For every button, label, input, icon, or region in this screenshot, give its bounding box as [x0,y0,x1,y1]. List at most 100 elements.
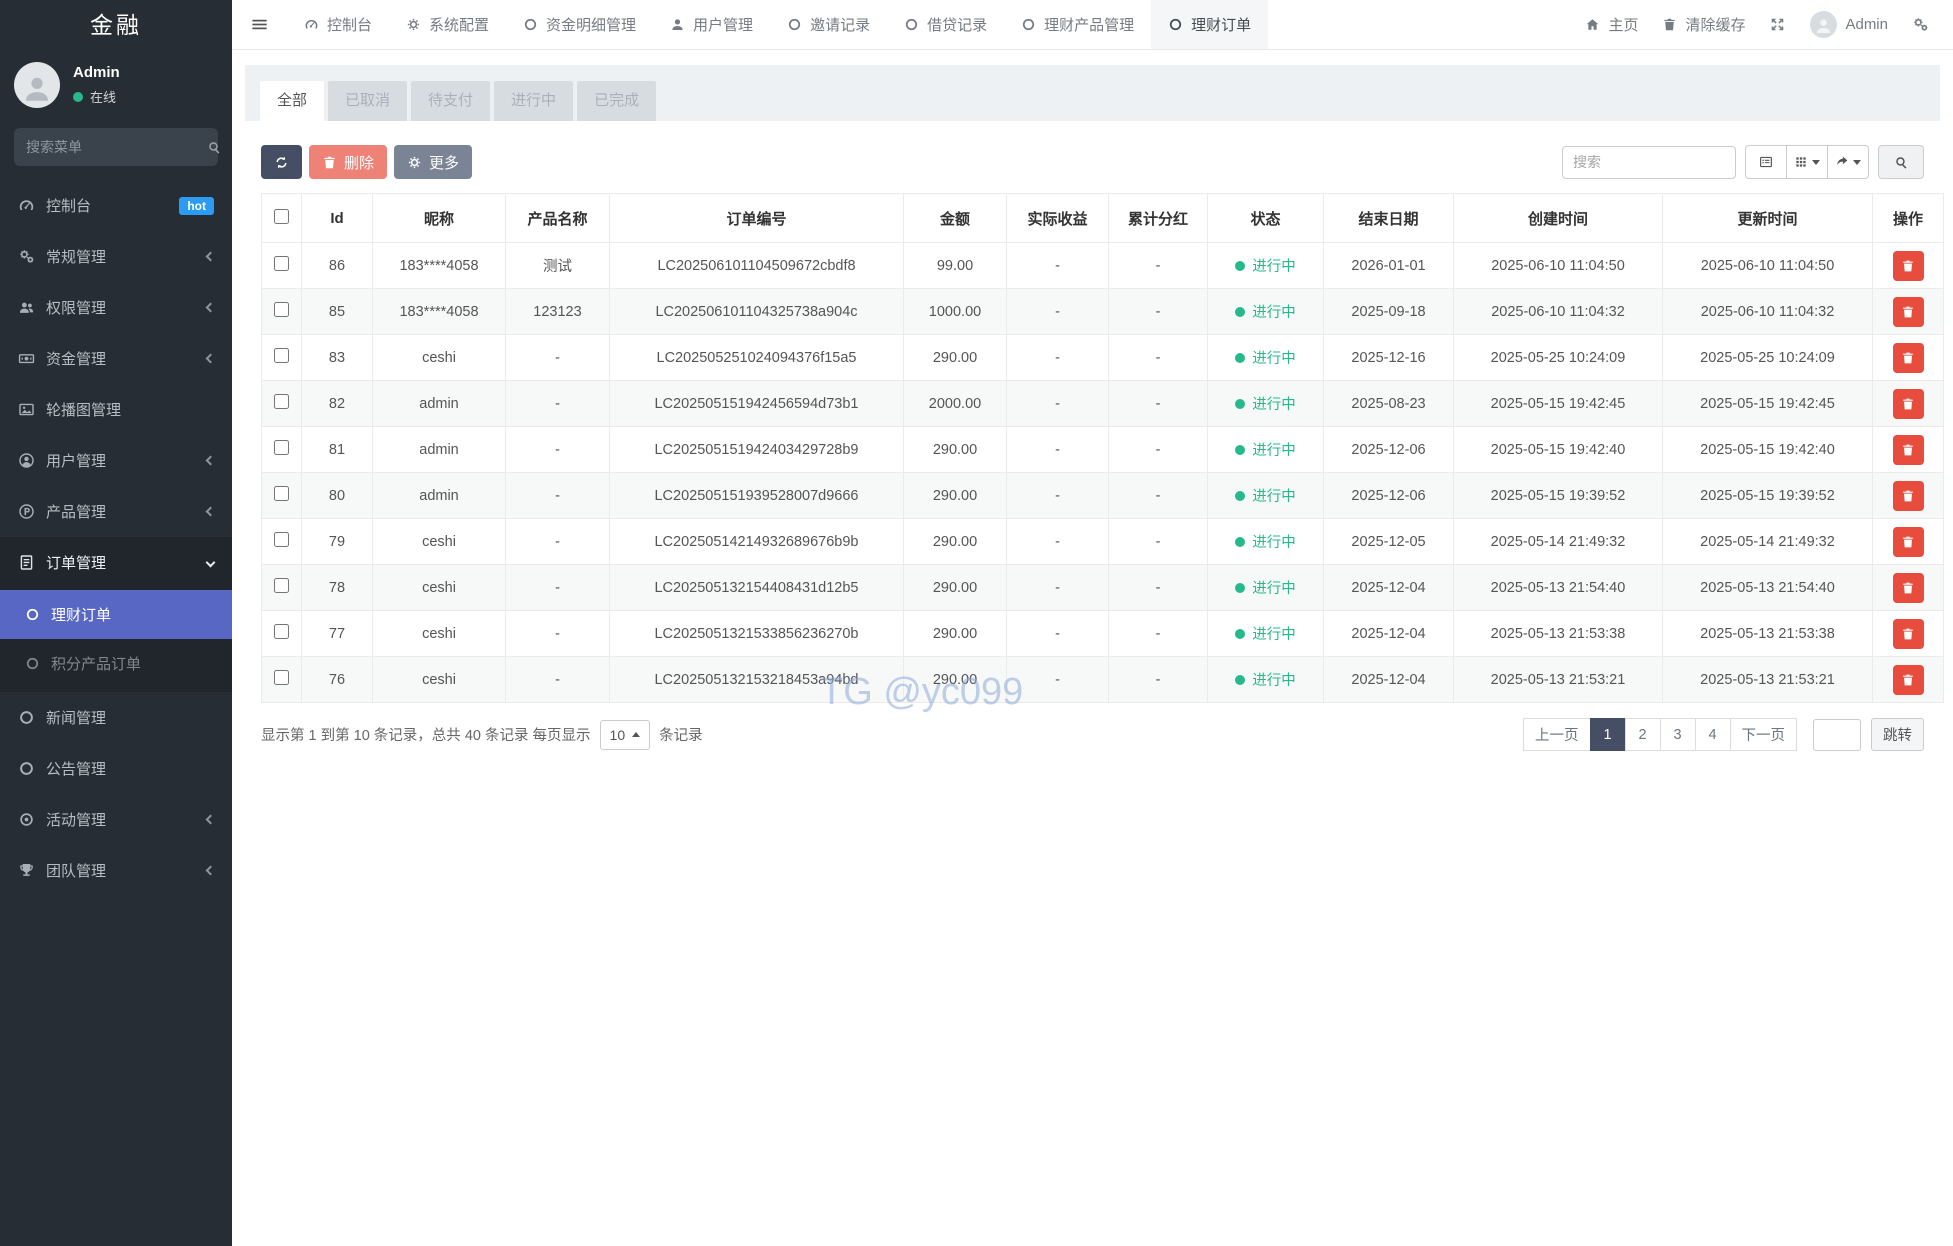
sidebar-subitem-points-order[interactable]: 积分产品订单 [0,639,232,688]
clear-cache-button[interactable]: 清除缓存 [1650,14,1757,35]
cell-product: 测试 [506,243,610,289]
sidebar-item-team[interactable]: 团队管理 [0,845,232,896]
sidebar-item-banner[interactable]: 轮播图管理 [0,384,232,435]
delete-button[interactable]: 删除 [309,145,387,179]
row-delete-button[interactable] [1893,435,1924,465]
sidebar-item-label: 活动管理 [46,809,207,830]
table-search-input[interactable] [1562,146,1736,179]
row-checkbox[interactable] [274,578,289,593]
cell-amount: 290.00 [904,473,1007,519]
sidebar-item-dashboard[interactable]: 控制台hot [0,180,232,231]
search-submit-button[interactable] [1878,145,1924,179]
sidebar-item-news[interactable]: 新闻管理 [0,692,232,743]
cell-status: 进行中 [1208,335,1324,381]
row-checkbox[interactable] [274,670,289,685]
row-delete-button[interactable] [1893,573,1924,603]
export-button[interactable] [1827,145,1869,179]
page-button-3[interactable]: 3 [1660,718,1696,751]
cell-checkbox [262,611,302,657]
home-button[interactable]: 主页 [1573,14,1650,35]
tab-all[interactable]: 全部 [260,81,324,121]
sidebar-item-permission[interactable]: 权限管理 [0,282,232,333]
clear-cache-label: 清除缓存 [1685,14,1745,35]
page-jump-input[interactable] [1813,719,1861,751]
topnav-item-fund-detail[interactable]: 资金明细管理 [506,0,653,49]
row-delete-button[interactable] [1893,343,1924,373]
fullscreen-button[interactable] [1757,16,1798,33]
tab-completed[interactable]: 已完成 [577,81,656,121]
detail-view-button[interactable] [1745,145,1787,179]
sidebar-item-label: 用户管理 [46,450,207,471]
topnav-item-invite-records[interactable]: 邀请记录 [770,0,887,49]
settings-button[interactable] [1900,16,1941,33]
row-checkbox[interactable] [274,624,289,639]
cell-actions [1873,473,1944,519]
row-delete-button[interactable] [1893,297,1924,327]
row-checkbox[interactable] [274,440,289,455]
circle-icon [787,17,802,32]
row-delete-button[interactable] [1893,251,1924,281]
cell-actions [1873,427,1944,473]
circle-icon [523,17,538,32]
account-menu[interactable]: Admin [1798,11,1900,38]
sidebar-item-product[interactable]: 产品管理 [0,486,232,537]
row-checkbox[interactable] [274,394,289,409]
sidebar-toggle-button[interactable] [232,0,287,49]
refresh-button[interactable] [261,145,302,179]
row-checkbox[interactable] [274,348,289,363]
sidebar-item-label: 控制台 [46,195,179,216]
page-button-2[interactable]: 2 [1625,718,1661,751]
cell-order_no: LC202505151942456594d73b1 [610,381,904,427]
row-delete-button[interactable] [1893,389,1924,419]
prev-page-button[interactable]: 上一页 [1523,718,1591,751]
select-all-checkbox[interactable] [274,209,289,224]
tab-cancelled[interactable]: 已取消 [328,81,407,121]
row-checkbox[interactable] [274,532,289,547]
cell-order_no: LC202505132153218453a94bd [610,657,904,703]
row-delete-button[interactable] [1893,481,1924,511]
sidebar-item-activity[interactable]: 活动管理 [0,794,232,845]
row-checkbox[interactable] [274,256,289,271]
hot-badge: hot [179,197,214,215]
table-row: 83ceshi-LC202505251024094376f15a5290.00-… [262,335,1944,381]
row-checkbox[interactable] [274,302,289,317]
next-page-button[interactable]: 下一页 [1730,718,1798,751]
page-size-select[interactable]: 10 [600,720,651,750]
sidebar-item-general[interactable]: 常规管理 [0,231,232,282]
topnav-item-finance-orders[interactable]: 理财订单 [1151,0,1268,49]
sidebar-item-order[interactable]: 订单管理 [0,537,232,588]
row-delete-button[interactable] [1893,665,1924,695]
table-row: 76ceshi-LC202505132153218453a94bd290.00-… [262,657,1944,703]
status-label: 进行中 [1252,301,1296,322]
cell-status: 进行中 [1208,427,1324,473]
sidebar-item-user[interactable]: 用户管理 [0,435,232,486]
topnav-item-user-manage[interactable]: 用户管理 [653,0,770,49]
cell-updated: 2025-05-14 21:49:32 [1663,519,1873,565]
columns-button[interactable] [1786,145,1828,179]
page-button-4[interactable]: 4 [1695,718,1731,751]
topnav-item-label: 理财产品管理 [1044,14,1134,35]
topnav-item-finance-products[interactable]: 理财产品管理 [1004,0,1151,49]
sidebar-item-funds[interactable]: 资金管理 [0,333,232,384]
cell-order_no: LC2025051321533856236270b [610,611,904,657]
sidebar-subitem-finance-order[interactable]: 理财订单 [0,590,232,639]
sidebar-item-label: 常规管理 [46,246,207,267]
cell-id: 82 [302,381,373,427]
tab-ongoing[interactable]: 进行中 [494,81,573,121]
row-delete-button[interactable] [1893,527,1924,557]
topnav-item-label: 用户管理 [693,14,753,35]
cell-checkbox [262,381,302,427]
page-button-1[interactable]: 1 [1590,718,1626,751]
row-checkbox[interactable] [274,486,289,501]
topnav-item-dashboard[interactable]: 控制台 [287,0,389,49]
tab-unpaid[interactable]: 待支付 [411,81,490,121]
sidebar-search-input[interactable] [26,139,207,155]
topnav-item-loan-records[interactable]: 借贷记录 [887,0,1004,49]
topnav-item-system-config[interactable]: 系统配置 [389,0,506,49]
sidebar-item-notice[interactable]: 公告管理 [0,743,232,794]
topnav-item-label: 控制台 [327,14,372,35]
row-delete-button[interactable] [1893,619,1924,649]
more-button[interactable]: 更多 [394,145,472,179]
page-jump-button[interactable]: 跳转 [1871,718,1924,751]
table-row: 78ceshi-LC202505132154408431d12b5290.00-… [262,565,1944,611]
